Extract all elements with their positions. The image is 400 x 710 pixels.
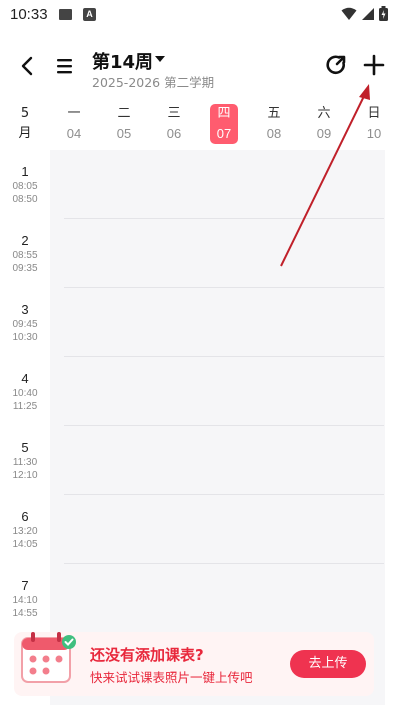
period-start: 08:05 — [12, 181, 38, 192]
back-icon[interactable] — [16, 54, 40, 78]
day-header-wed[interactable]: 三 06 — [154, 104, 194, 144]
month-number: 5 — [20, 106, 30, 121]
period-end: 10:30 — [12, 332, 38, 343]
chevron-down-icon[interactable] — [154, 54, 166, 64]
date-label: 06 — [166, 126, 182, 141]
grid-divider — [64, 218, 384, 219]
week-title[interactable]: 第14周 — [92, 48, 153, 74]
day-header-thu-today[interactable]: 四 07 — [204, 104, 244, 144]
period-end: 14:55 — [12, 608, 38, 619]
grid-divider — [64, 425, 384, 426]
menu-icon[interactable] — [56, 54, 76, 78]
banner-subtitle: 快来试试课表照片一键上传吧 — [90, 670, 253, 685]
period-cell: 1 08:05 08:50 — [0, 164, 50, 206]
day-header-fri[interactable]: 五 08 — [254, 104, 294, 144]
upload-button[interactable]: 去上传 — [290, 650, 366, 678]
calendar-illustration-icon — [21, 632, 76, 683]
period-number: 3 — [21, 302, 29, 317]
upload-banner[interactable]: 还没有添加课表? 快来试试课表照片一键上传吧 去上传 — [14, 632, 374, 696]
banner-title: 还没有添加课表? — [90, 646, 204, 664]
period-start: 13:20 — [12, 526, 38, 537]
period-start: 11:30 — [12, 457, 38, 468]
battery-icon — [379, 6, 388, 21]
term-label: 2025-2026 第二学期 — [92, 75, 215, 90]
date-label: 10 — [366, 126, 382, 141]
app-header: 第14周 2025-2026 第二学期 — [0, 40, 400, 95]
weekday-label: 二 — [117, 106, 131, 121]
period-start: 08:55 — [12, 250, 38, 261]
period-end: 14:05 — [12, 539, 38, 550]
period-number: 4 — [21, 371, 29, 386]
grid-divider — [64, 563, 384, 564]
period-end: 12:10 — [12, 470, 38, 481]
add-icon[interactable] — [362, 53, 386, 77]
weekday-label: 六 — [317, 106, 331, 121]
period-cell: 4 10:40 11:25 — [0, 371, 50, 413]
grid-divider — [64, 356, 384, 357]
period-end: 09:35 — [12, 263, 38, 274]
grid-divider — [64, 494, 384, 495]
period-end: 11:25 — [12, 401, 38, 412]
weekday-label: 三 — [167, 106, 181, 121]
period-cell: 5 11:30 12:10 — [0, 440, 50, 482]
app-notification-icon: A — [83, 8, 96, 21]
month-unit: 月 — [18, 126, 32, 141]
timetable-grid[interactable] — [50, 150, 385, 705]
day-header-tue[interactable]: 二 05 — [104, 104, 144, 144]
status-time: 10:33 — [10, 6, 48, 23]
period-cell: 6 13:20 14:05 — [0, 509, 50, 551]
period-number: 5 — [21, 440, 29, 455]
day-header-sun[interactable]: 日 10 — [354, 104, 394, 144]
image-notification-icon — [59, 9, 72, 20]
period-end: 08:50 — [12, 194, 38, 205]
status-bar: 10:33 A — [0, 0, 400, 30]
period-start: 10:40 — [12, 388, 38, 399]
share-icon[interactable] — [325, 54, 347, 76]
period-number: 1 — [21, 164, 29, 179]
period-cell: 2 08:55 09:35 — [0, 233, 50, 275]
signal-icon — [362, 7, 374, 20]
month-label: 5 月 — [14, 104, 36, 144]
date-label: 08 — [266, 126, 282, 141]
day-header-sat[interactable]: 六 09 — [304, 104, 344, 144]
period-number: 2 — [21, 233, 29, 248]
period-start: 09:45 — [12, 319, 38, 330]
date-label: 07 — [216, 126, 232, 141]
date-label: 05 — [116, 126, 132, 141]
period-number: 7 — [21, 578, 29, 593]
date-label: 09 — [316, 126, 332, 141]
period-number: 6 — [21, 509, 29, 524]
weekday-label: 一 — [67, 106, 81, 121]
period-start: 14:10 — [12, 595, 38, 606]
period-cell: 7 14:10 14:55 — [0, 578, 50, 620]
weekday-label: 四 — [217, 106, 231, 121]
grid-divider — [64, 287, 384, 288]
wifi-icon — [341, 7, 357, 20]
period-cell: 3 09:45 10:30 — [0, 302, 50, 344]
weekday-label: 日 — [367, 106, 381, 121]
weekday-label: 五 — [267, 106, 281, 121]
day-header-mon[interactable]: 一 04 — [54, 104, 94, 144]
date-label: 04 — [66, 126, 82, 141]
